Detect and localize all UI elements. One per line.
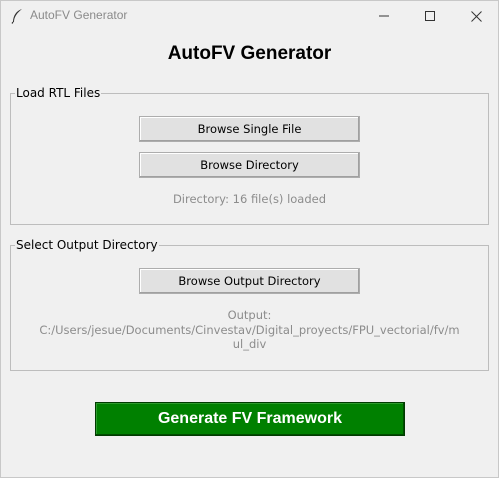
page-title: AutoFV Generator (167, 43, 332, 64)
output-path-text: Output: C:/Users/jesue/Documents/Cinvest… (1, 308, 498, 352)
browse-output-directory-button[interactable]: Browse Output Directory (139, 268, 360, 294)
maximize-icon (425, 11, 435, 21)
output-path-line-1: C:/Users/jesue/Documents/Cinvestav/Digit… (39, 322, 460, 337)
title-bar[interactable]: AutoFV Generator (1, 1, 498, 31)
maximize-button[interactable] (407, 1, 453, 31)
minimize-button[interactable] (361, 1, 407, 31)
browse-directory-button[interactable]: Browse Directory (139, 152, 360, 178)
minimize-icon (379, 15, 389, 17)
feather-icon (10, 8, 24, 24)
output-label: Output: (227, 308, 272, 322)
close-icon (470, 10, 482, 22)
directory-status-text: Directory: 16 file(s) loaded (172, 192, 327, 206)
browse-single-file-button[interactable]: Browse Single File (139, 116, 360, 142)
output-directory-legend: Select Output Directory (16, 238, 158, 252)
app-window: AutoFV Generator AutoFV Generator Load R… (0, 0, 499, 478)
window-title: AutoFV Generator (30, 8, 128, 22)
close-button[interactable] (453, 1, 499, 31)
load-rtl-files-legend: Load RTL Files (16, 86, 101, 100)
generate-fv-framework-button[interactable]: Generate FV Framework (95, 402, 405, 436)
output-path-line-2: ul_div (232, 337, 267, 351)
